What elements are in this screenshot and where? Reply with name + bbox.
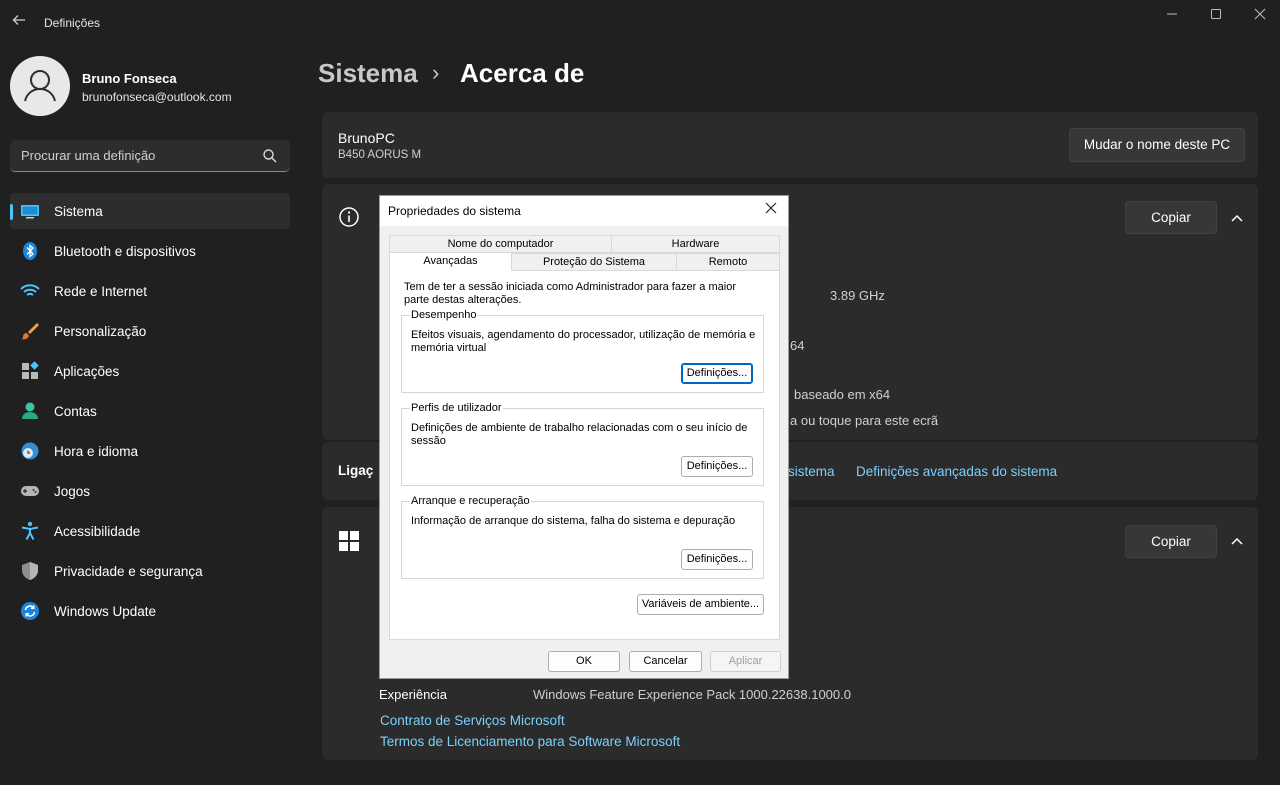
chevron-up-icon[interactable] [1227,208,1247,228]
sidebar-item-contas[interactable]: Contas [10,393,290,429]
tab-panel-advanced: Tem de ter a sessão iniciada como Admini… [389,270,780,640]
accessibility-icon [20,521,40,541]
shield-icon [20,561,40,581]
windows-logo-icon [338,530,360,552]
admin-notice: Tem de ter a sessão iniciada como Admini… [404,281,736,306]
close-button[interactable] [1248,6,1272,26]
sidebar-item-label: Aplicações [54,364,120,379]
tab-remoto[interactable]: Remoto [676,253,780,271]
rename-pc-button[interactable]: Mudar o nome deste PC [1069,128,1245,162]
info-icon [338,206,360,228]
performance-settings-button[interactable]: Definições... [681,363,753,384]
sidebar-item-rede[interactable]: Rede e Internet [10,273,290,309]
apps-icon [20,361,40,381]
search-input[interactable]: Procurar uma definição [10,140,290,172]
pc-model: B450 AORUS M [338,149,422,161]
page-title: Acerca de [460,58,585,88]
avatar[interactable] [10,56,70,116]
user-name: Bruno Fonseca [82,71,177,86]
search-icon[interactable] [262,148,278,164]
sidebar-item-label: Personalização [54,324,147,339]
app-title: Definições [44,16,101,30]
sidebar-item-label: Privacidade e segurança [54,564,203,579]
wifi-icon [20,281,40,301]
globe-clock-icon [20,441,40,461]
tab-hardware[interactable]: Hardware [611,235,780,253]
pen-touch-fragment: a ou toque para este ecrã [790,413,939,428]
user-email: brunofonseca@outlook.com [82,90,232,104]
services-agreement-link[interactable]: Contrato de Serviços Microsoft [380,713,565,728]
sidebar-item-jogos[interactable]: Jogos [10,473,290,509]
startup-recovery-group: Arranque e recuperação Informação de arr… [401,495,764,579]
experience-value: Windows Feature Experience Pack 1000.226… [533,687,851,702]
back-arrow-icon[interactable] [10,12,28,32]
license-terms-link[interactable]: Termos de Licenciamento para Software Mi… [380,734,680,749]
system-type-fragment: baseado em x64 [794,387,891,402]
system-protection-link[interactable]: sistema [788,464,835,479]
performance-group: Desempenho Efeitos visuais, agendamento … [401,309,764,393]
sidebar-item-label: Sistema [54,204,103,219]
sidebar-item-label: Rede e Internet [54,284,148,299]
experience-label: Experiência [379,687,447,702]
sidebar-item-hora[interactable]: Hora e idioma [10,433,290,469]
sidebar-item-label: Jogos [54,484,91,499]
sidebar-item-label: Bluetooth e dispositivos [54,244,196,259]
sidebar-item-label: Hora e idioma [54,444,139,459]
maximize-button[interactable] [1204,6,1228,26]
cancel-button[interactable]: Cancelar [629,651,702,672]
sidebar-item-label: Contas [54,404,97,419]
breadcrumb-parent[interactable]: Sistema [318,58,418,89]
system-icon [20,201,40,221]
group-description: Efeitos visuais, agendamento do processa… [411,329,756,354]
processor-speed-fragment: 3.89 GHz [830,288,885,303]
sidebar-item-label: Windows Update [54,604,157,619]
sidebar-item-label: Acessibilidade [54,524,141,539]
breadcrumb-separator: › [432,60,440,85]
chevron-up-icon[interactable] [1227,531,1247,551]
group-title: Desempenho [410,309,478,321]
tab-protecao-do-sistema[interactable]: Proteção do Sistema [511,253,677,271]
tab-avancadas[interactable]: Avançadas [389,252,512,271]
bluetooth-icon [20,241,40,261]
minimize-button[interactable] [1160,6,1184,26]
brush-icon [20,321,40,341]
ok-button[interactable]: OK [548,651,620,672]
group-title: Arranque e recuperação [410,495,531,507]
ram-fragment: 64 [790,338,805,353]
update-icon [20,601,40,621]
gamepad-icon [20,481,40,501]
pc-name: BrunoPC [338,130,395,146]
group-description: Definições de ambiente de trabalho relac… [411,422,748,447]
startup-recovery-settings-button[interactable]: Definições... [681,549,753,570]
search-placeholder: Procurar uma definição [21,148,156,163]
sidebar-item-windows-update[interactable]: Windows Update [10,593,290,629]
system-properties-dialog: Propriedades do sistema Nome do computad… [379,195,789,679]
sidebar-item-bluetooth[interactable]: Bluetooth e dispositivos [10,233,290,269]
dialog-title-bar: Propriedades do sistema [380,196,788,226]
sidebar-item-sistema[interactable]: Sistema [10,193,290,229]
sidebar-item-privacidade[interactable]: Privacidade e segurança [10,553,290,589]
tab-nome-do-computador[interactable]: Nome do computador [389,235,612,253]
dialog-close-icon[interactable] [762,201,780,219]
account-icon [20,401,40,421]
title-bar: Definições [0,0,1280,46]
related-links-label: Ligaç [338,463,374,478]
user-profiles-settings-button[interactable]: Definições... [681,456,753,477]
group-title: Perfis de utilizador [410,402,503,414]
advanced-settings-link[interactable]: Definições avançadas do sistema [856,464,1057,479]
sidebar-item-acessibilidade[interactable]: Acessibilidade [10,513,290,549]
dialog-title: Propriedades do sistema [388,204,521,218]
pc-name-card: BrunoPC B450 AORUS M Mudar o nome deste … [322,112,1258,178]
user-profiles-group: Perfis de utilizador Definições de ambie… [401,402,764,486]
environment-variables-button[interactable]: Variáveis de ambiente... [637,594,764,615]
sidebar-nav: Sistema Bluetooth e dispositivos Rede e … [10,193,290,633]
copy-device-specs-button[interactable]: Copiar [1125,201,1217,234]
sidebar-item-personalizacao[interactable]: Personalização [10,313,290,349]
apply-button[interactable]: Aplicar [710,651,781,672]
copy-windows-specs-button[interactable]: Copiar [1125,525,1217,558]
sidebar-item-aplicacoes[interactable]: Aplicações [10,353,290,389]
user-icon [24,70,56,102]
group-description: Informação de arranque do sistema, falha… [411,515,736,527]
